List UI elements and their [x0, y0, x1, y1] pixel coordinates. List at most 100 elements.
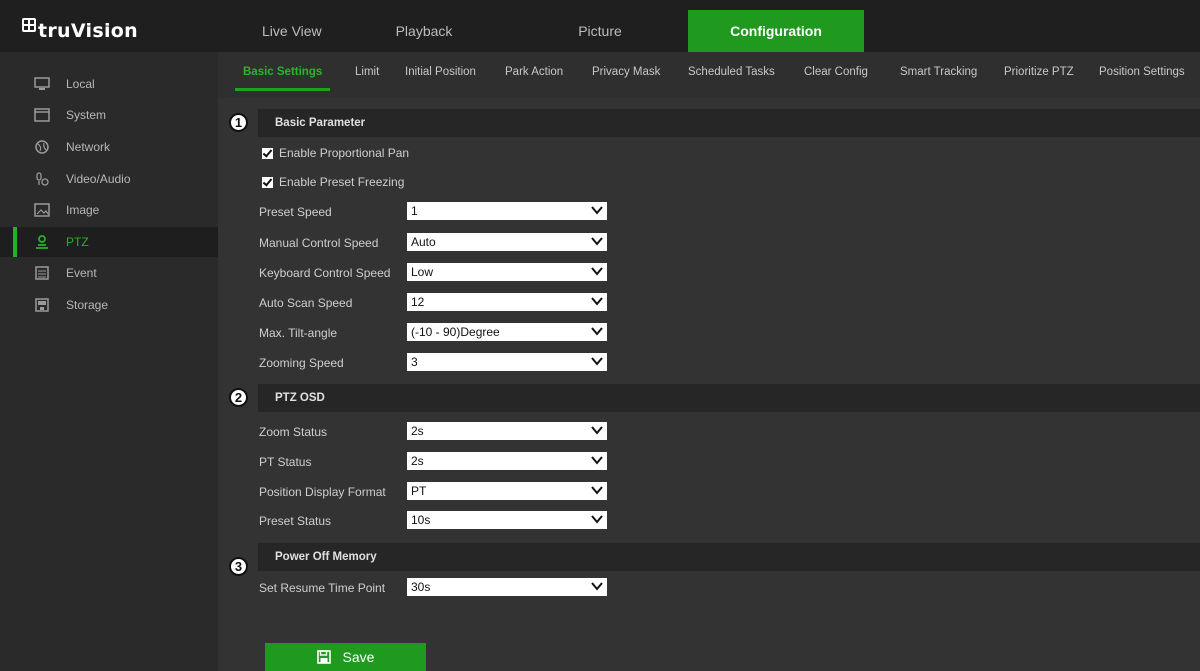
chevron-down-icon: [591, 582, 603, 591]
subtab-clear-config[interactable]: Clear Config: [804, 66, 868, 78]
select-value: 2s: [411, 424, 424, 438]
sidebar-item-storage[interactable]: Storage: [0, 290, 218, 320]
select-value: 10s: [411, 513, 431, 527]
checkbox-label: Enable Proportional Pan: [279, 146, 410, 160]
subtab-prioritize-ptz[interactable]: Prioritize PTZ: [1004, 66, 1074, 78]
sidebar-item-label: Event: [66, 266, 97, 280]
select-value: 12: [411, 295, 425, 309]
chevron-down-icon: [591, 237, 603, 246]
checkbox-enable-proportional-pan[interactable]: [262, 147, 273, 159]
field-label: Zooming Speed: [259, 356, 344, 370]
section-header-ptz-osd: [258, 384, 1200, 412]
sidebar-item-system[interactable]: System: [0, 100, 218, 130]
image-icon: [34, 203, 50, 217]
set-resume-time-point-select[interactable]: 30s: [407, 578, 607, 596]
subtab-scheduled-tasks[interactable]: Scheduled Tasks: [688, 66, 775, 78]
chevron-down-icon: [591, 426, 603, 435]
chevron-down-icon: [591, 486, 603, 495]
sidebar-item-image[interactable]: Image: [0, 195, 218, 225]
checkbox-enable-preset-freezing[interactable]: [262, 176, 273, 188]
sidebar: Local System Network Video/Audio Image P…: [0, 52, 218, 671]
checkbox-label: Enable Preset Freezing: [279, 175, 405, 189]
select-value: Auto: [411, 235, 436, 249]
brand-name: truVision: [38, 20, 138, 42]
sidebar-item-label: PTZ: [66, 235, 89, 249]
callout-badge-2: 2: [229, 388, 248, 407]
subtab-limit[interactable]: Limit: [355, 66, 379, 78]
sub-tabs: Basic Settings Limit Initial Position Pa…: [218, 52, 1200, 98]
sidebar-item-label: Storage: [66, 298, 109, 312]
chevron-down-icon: [591, 297, 603, 306]
subtab-privacy-mask[interactable]: Privacy Mask: [592, 66, 660, 78]
tab-picture[interactable]: Picture: [512, 10, 688, 52]
mic-icon: [34, 172, 50, 186]
select-value: 1: [411, 204, 418, 218]
zooming-speed-select[interactable]: 3: [407, 353, 607, 371]
max-tilt-angle-select[interactable]: (-10 - 90)Degree: [407, 323, 607, 341]
chevron-down-icon: [591, 456, 603, 465]
tab-configuration[interactable]: Configuration: [688, 10, 864, 52]
sidebar-item-event[interactable]: Event: [0, 258, 218, 288]
truvision-logo-icon: [22, 18, 36, 32]
checkbox-row[interactable]: Enable Proportional Pan: [262, 146, 409, 160]
checkbox-row[interactable]: Enable Preset Freezing: [262, 175, 404, 189]
chevron-down-icon: [591, 267, 603, 276]
zoom-status-select[interactable]: 2s: [407, 422, 607, 440]
sidebar-item-ptz[interactable]: PTZ: [0, 227, 218, 257]
sidebar-item-label: Video/Audio: [66, 172, 131, 186]
chevron-down-icon: [591, 206, 603, 215]
position-display-format-select[interactable]: PT: [407, 482, 607, 500]
callout-badge-1: 1: [229, 113, 248, 132]
field-label: Max. Tilt-angle: [259, 326, 338, 340]
chevron-down-icon: [591, 357, 603, 366]
globe-icon: [34, 140, 50, 154]
pt-status-select[interactable]: 2s: [407, 452, 607, 470]
sidebar-item-label: System: [66, 108, 107, 122]
field-label: Manual Control Speed: [259, 236, 379, 250]
keyboard-control-speed-select[interactable]: Low: [407, 263, 607, 281]
save-button[interactable]: Save: [265, 643, 426, 671]
field-label: Keyboard Control Speed: [259, 266, 391, 280]
preset-speed-select[interactable]: 1: [407, 202, 607, 220]
section-title: PTZ OSD: [275, 392, 325, 404]
select-value: (-10 - 90)Degree: [411, 325, 500, 339]
subtab-position-settings[interactable]: Position Settings: [1099, 66, 1185, 78]
chevron-down-icon: [591, 515, 603, 524]
ptz-icon: [34, 235, 50, 249]
field-label: Zoom Status: [259, 425, 328, 439]
section-title: Power Off Memory: [275, 551, 377, 563]
save-button-label: Save: [342, 649, 375, 665]
field-label: Auto Scan Speed: [259, 296, 353, 310]
logo: truVision: [22, 12, 138, 42]
sidebar-item-local[interactable]: Local: [0, 69, 218, 99]
floppy-icon: [316, 650, 331, 664]
manual-control-speed-select[interactable]: Auto: [407, 233, 607, 251]
field-label: Preset Speed: [259, 205, 332, 219]
window-icon: [34, 108, 50, 122]
calendar-icon: [34, 266, 50, 280]
subtab-smart-tracking[interactable]: Smart Tracking: [900, 66, 977, 78]
tab-playback[interactable]: Playback: [336, 10, 512, 52]
subtab-initial-position[interactable]: Initial Position: [405, 66, 476, 78]
subtab-basic-settings[interactable]: Basic Settings: [234, 66, 331, 91]
field-label: Preset Status: [259, 514, 332, 528]
callout-badge-3: 3: [229, 557, 248, 576]
main-tabs: Live View Playback Picture Configuration: [218, 10, 864, 52]
select-value: PT: [411, 484, 427, 498]
sidebar-item-label: Local: [66, 77, 95, 91]
sidebar-item-label: Image: [66, 203, 100, 217]
select-value: 3: [411, 355, 418, 369]
sidebar-item-label: Network: [66, 140, 111, 154]
subtab-park-action[interactable]: Park Action: [505, 66, 563, 78]
sidebar-item-network[interactable]: Network: [0, 132, 218, 162]
chevron-down-icon: [591, 327, 603, 336]
auto-scan-speed-select[interactable]: 12: [407, 293, 607, 311]
select-value: Low: [411, 265, 434, 279]
sidebar-item-video-audio[interactable]: Video/Audio: [0, 164, 218, 194]
section-header-basic-parameter: [258, 109, 1200, 137]
field-label: Set Resume Time Point: [259, 581, 386, 595]
preset-status-select[interactable]: 10s: [407, 511, 607, 529]
section-header-power-off-memory: [258, 543, 1200, 571]
disk-icon: [34, 298, 50, 312]
tab-live-view[interactable]: Live View: [218, 10, 336, 52]
